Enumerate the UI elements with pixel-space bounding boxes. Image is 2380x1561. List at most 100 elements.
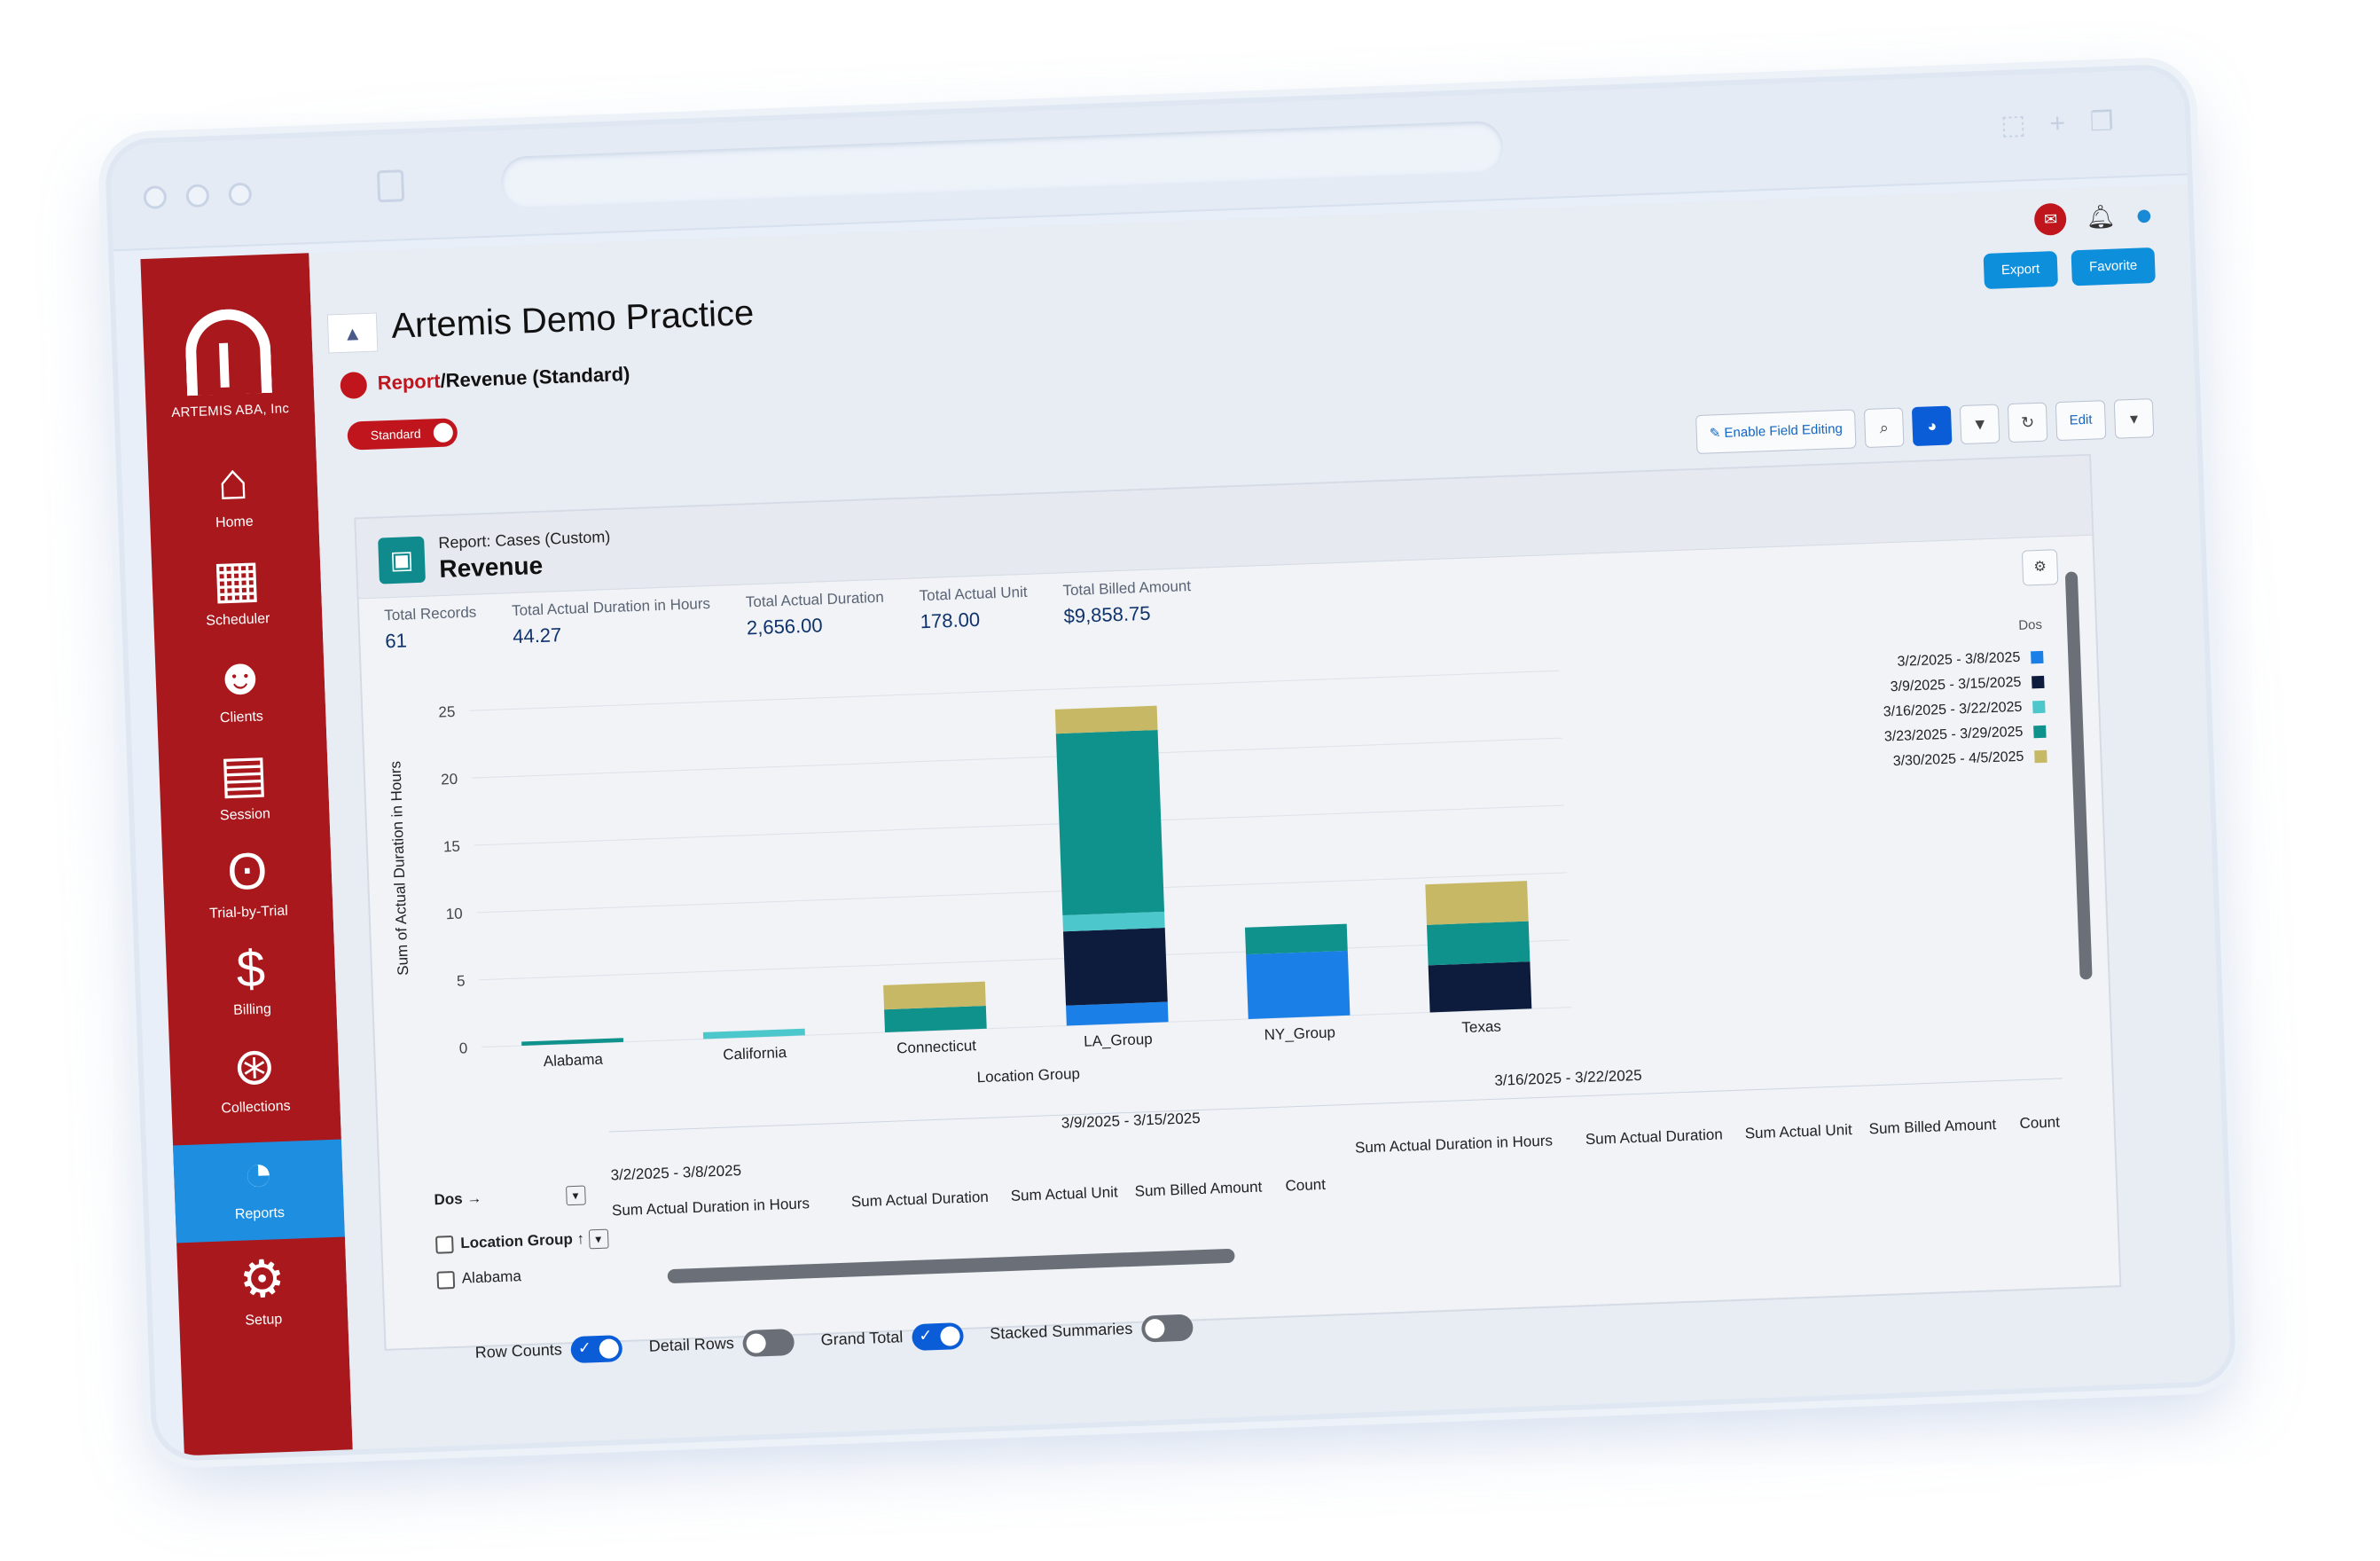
- x-tick-label: Texas: [1461, 1018, 1501, 1037]
- sidebar-item-clients[interactable]: ☻ Clients: [155, 643, 327, 747]
- edit-button[interactable]: Edit: [2055, 400, 2107, 442]
- x-axis-label: Location Group: [976, 1065, 1080, 1086]
- row-counts-label: Row Counts: [474, 1340, 563, 1361]
- sidebar-item-trial-by-trial[interactable]: ʘ Trial-by-Trial: [162, 838, 334, 942]
- chart-settings-gear-icon[interactable]: ⚙: [2021, 549, 2059, 586]
- sidebar-item-setup[interactable]: ⚙ Setup: [176, 1245, 348, 1349]
- pivot-column-header: Count: [2019, 1113, 2061, 1133]
- bar-segment: [1054, 705, 1158, 734]
- pivot-column-header: Sum Billed Amount: [1134, 1178, 1263, 1200]
- chat-icon[interactable]: ✉: [2033, 202, 2068, 236]
- breadcrumb-current: /Revenue (Standard): [440, 362, 630, 392]
- pivot-group-header: 3/2/2025 - 3/8/2025: [610, 1162, 742, 1184]
- pivot-column-header: Count: [1285, 1175, 1327, 1195]
- chart-legend: Dos 3/2/2025 - 3/8/2025 3/9/2025 - 3/15/2…: [1880, 617, 2047, 775]
- legend-label: 3/9/2025 - 3/15/2025: [1890, 674, 2022, 695]
- brand-logo[interactable]: ARTEMIS ABA, Inc: [143, 306, 315, 421]
- horizontal-scrollbar[interactable]: [667, 1248, 1235, 1284]
- report-title: Revenue: [438, 551, 544, 584]
- x-tick-label: Alabama: [543, 1051, 603, 1070]
- pivot-options: Row Counts Detail Rows Grand Total Stack…: [474, 1314, 1194, 1368]
- dos-dropdown-icon[interactable]: ▾: [565, 1185, 586, 1206]
- x-tick-label: California: [723, 1044, 787, 1063]
- breadcrumb-root-link[interactable]: Report: [377, 370, 441, 395]
- legend-label: 3/30/2025 - 4/5/2025: [1892, 749, 2024, 770]
- pivot-dos-label: Dos → ▾: [434, 1185, 586, 1211]
- pivot-column-header: Sum Actual Duration: [850, 1188, 990, 1211]
- favorite-button[interactable]: Favorite: [2071, 247, 2156, 286]
- total-actual-duration: Total Actual Duration 2,656.00: [746, 589, 886, 640]
- dos-label-text: Dos: [434, 1190, 463, 1209]
- select-all-checkbox[interactable]: [435, 1235, 454, 1254]
- row-checkbox[interactable]: [436, 1270, 456, 1290]
- location-group-label[interactable]: Location Group: [460, 1231, 573, 1252]
- sidebar-item-home[interactable]: ⌂ Home: [147, 448, 319, 552]
- report-pie-icon: [340, 371, 368, 400]
- tabs-icon[interactable]: [376, 169, 405, 203]
- new-tab-icon[interactable]: +: [2045, 109, 2071, 139]
- total-label: Total Billed Amount: [1062, 577, 1192, 600]
- home-icon: ⌂: [215, 451, 250, 512]
- enable-field-editing-button[interactable]: ✎ Enable Field Editing: [1695, 409, 1857, 455]
- row-counts-toggle[interactable]: [570, 1335, 623, 1364]
- chart-toggle-icon[interactable]: ◕: [1912, 405, 1953, 447]
- pencil-icon: ✎: [1709, 425, 1725, 442]
- gridline: [479, 939, 1570, 981]
- total-actual-duration-hours: Total Actual Duration in Hours 44.27: [512, 595, 712, 648]
- bell-icon[interactable]: 🔔︎: [2086, 203, 2116, 231]
- page-title: Artemis Demo Practice: [390, 293, 755, 346]
- sidebar-item-collections[interactable]: ⊛ Collections: [169, 1033, 341, 1137]
- grand-total-toggle[interactable]: [911, 1322, 964, 1352]
- detail-rows-option: Detail Rows: [648, 1328, 795, 1361]
- enable-field-editing-label: Enable Field Editing: [1724, 420, 1844, 441]
- bar-segment: [1244, 923, 1348, 955]
- practice-logo-icon: ▲: [326, 312, 379, 354]
- total-records: Total Records 61: [384, 604, 478, 654]
- total-value: $9,858.75: [1063, 601, 1151, 628]
- search-icon[interactable]: ⌕: [1864, 407, 1905, 449]
- sidebar-item-session[interactable]: ▤ Session: [159, 741, 331, 844]
- legend-swatch: [2034, 749, 2047, 764]
- legend-item[interactable]: 3/30/2025 - 4/5/2025: [1884, 744, 2047, 775]
- artemis-logo-icon: [184, 307, 273, 396]
- stacked-bar-chart: 0 5 10 15 20 25 Sum of Actual Duration in Hour…: [387, 670, 1572, 1086]
- x-tick-label: Connecticut: [896, 1037, 977, 1056]
- legend-label: 3/23/2025 - 3/29/2025: [1883, 724, 2024, 745]
- pie-chart-icon: ◔: [241, 1143, 275, 1203]
- user-icon[interactable]: ●: [2134, 198, 2154, 233]
- share-icon[interactable]: ⬚: [2000, 110, 2027, 140]
- detail-rows-toggle[interactable]: [742, 1328, 795, 1358]
- legend-label: 3/16/2025 - 3/22/2025: [1883, 699, 2023, 720]
- vertical-scrollbar[interactable]: [2064, 571, 2093, 980]
- header-actions: ✉ 🔔︎ ●: [2033, 198, 2154, 237]
- pivot-column-header: Sum Actual Unit: [1010, 1183, 1118, 1204]
- export-button[interactable]: Export: [1983, 250, 2058, 290]
- pivot-column-header: Sum Actual Duration: [1585, 1126, 1724, 1149]
- row-counts-option: Row Counts: [474, 1335, 623, 1367]
- window-dot: [228, 182, 253, 207]
- dollar-icon: $: [235, 939, 267, 999]
- legend-swatch: [2032, 700, 2046, 714]
- bar-segment: [521, 1038, 624, 1047]
- sidebar-item-billing[interactable]: $ Billing: [166, 936, 338, 1039]
- pivot-column-header: Sum Actual Duration in Hours: [1354, 1132, 1554, 1157]
- stacked-summaries-toggle[interactable]: [1140, 1314, 1194, 1343]
- gridline: [472, 737, 1562, 779]
- chevron-down-icon[interactable]: ▾: [2113, 398, 2155, 439]
- sidebar-item-reports[interactable]: ◔ Reports: [173, 1139, 345, 1243]
- location-group-dropdown-icon[interactable]: ▾: [588, 1228, 609, 1250]
- gridline: [481, 1007, 1572, 1048]
- filter-icon[interactable]: ▼: [1959, 404, 2000, 445]
- address-bar[interactable]: [500, 120, 1504, 209]
- bar-segment: [1428, 961, 1532, 1013]
- total-label: Total Actual Unit: [919, 583, 1028, 605]
- standard-toggle[interactable]: Standard: [347, 418, 458, 451]
- windows-icon[interactable]: ❐: [2089, 107, 2115, 137]
- sidebar-item-scheduler[interactable]: ▦ Scheduler: [152, 545, 324, 649]
- session-icon: ▤: [218, 744, 270, 804]
- pivot-location-group-header: Location Group ↑ ▾: [435, 1228, 609, 1255]
- main-content: ✉ 🔔︎ ● ▲ Artemis Demo Practice Export Fa…: [309, 184, 2232, 1450]
- gear-icon: ⚙: [238, 1249, 286, 1309]
- refresh-icon[interactable]: ↻: [2007, 402, 2048, 443]
- y-tick-label: 25: [438, 703, 456, 721]
